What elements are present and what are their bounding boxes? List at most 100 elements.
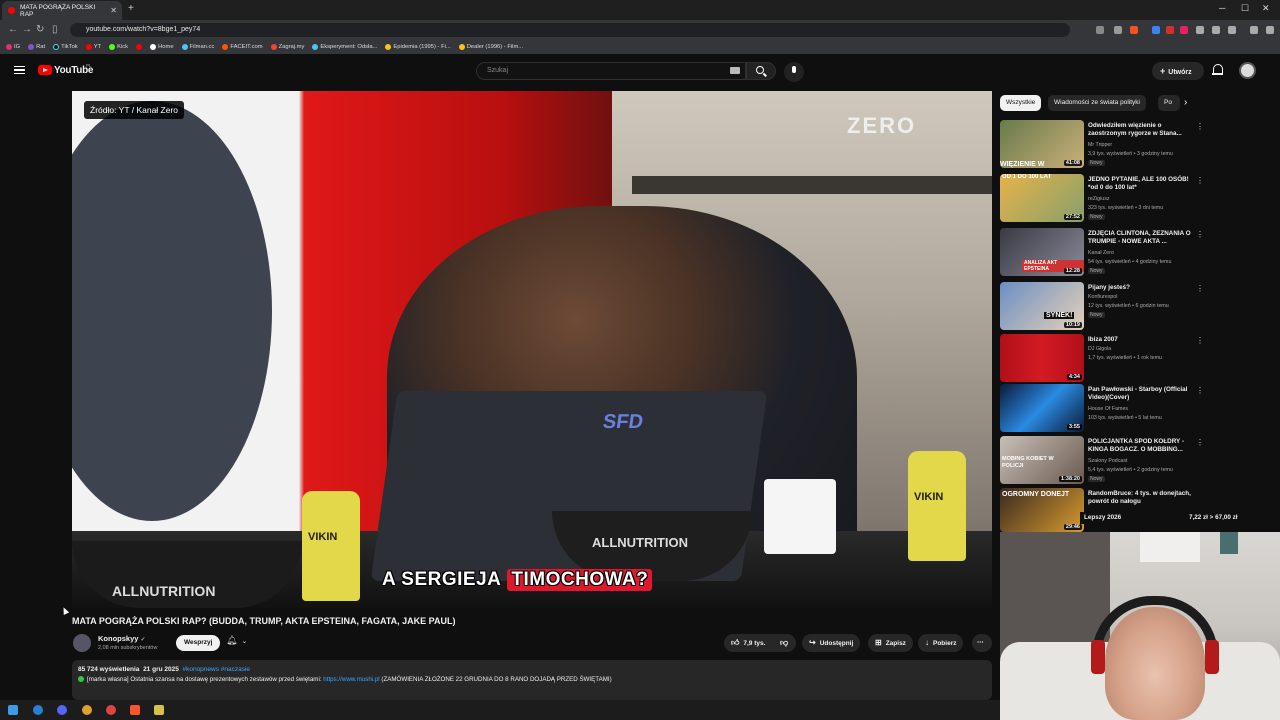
recommended-video[interactable]: OGROMNY DONEJT 29:46 RandomBruce: 4 tys.… — [1000, 488, 1210, 532]
recommended-channel[interactable]: House Of Fames — [1088, 406, 1128, 412]
chrome-icon[interactable] — [82, 705, 92, 715]
bookmark-item[interactable]: TikTok — [53, 44, 78, 50]
chip-more[interactable]: Po — [1158, 95, 1180, 111]
bookmark-item[interactable]: Home — [150, 44, 174, 50]
app-icon[interactable] — [106, 705, 116, 715]
more-vertical-icon[interactable]: ⋮ — [1196, 122, 1204, 131]
more-vertical-icon[interactable]: ⋮ — [1196, 284, 1204, 293]
video-thumbnail[interactable]: MOBING KOBIET W POLICJI 1:38:20 — [1000, 436, 1084, 484]
app-icon[interactable] — [33, 705, 43, 715]
video-thumbnail[interactable]: 4:34 — [1000, 334, 1084, 382]
chip-politics-news[interactable]: Wiadomości ze świata polityki — [1048, 95, 1146, 111]
bookmark-item[interactable]: IG — [6, 44, 20, 50]
more-vertical-icon[interactable]: ⋮ — [1196, 176, 1204, 185]
bookmark-item[interactable]: Filman.cc — [181, 44, 214, 50]
bookmark-item[interactable]: FACEIT.com — [222, 44, 263, 50]
recommended-video[interactable]: WIĘZIENIE W 41:08 Odwiedziłem więzienie … — [1000, 120, 1210, 170]
bookmark-item[interactable]: YT — [85, 44, 101, 50]
recommended-channel[interactable]: Kanał Zero — [1088, 250, 1114, 256]
download-button[interactable]: ↓ Pobierz — [918, 634, 964, 652]
search-button[interactable] — [746, 62, 776, 80]
hamburger-menu-icon[interactable] — [14, 66, 25, 74]
save-button[interactable]: ⊞ Zapisz — [868, 634, 913, 652]
dislike-button[interactable]: 👎︎ — [780, 634, 792, 653]
forward-icon[interactable]: → — [22, 24, 32, 35]
video-thumbnail[interactable]: ANALIZA AKT EPSTEINA 12:28 — [1000, 228, 1084, 276]
zoom-icon[interactable] — [1114, 26, 1122, 34]
notifications-bell-icon[interactable] — [1212, 64, 1223, 75]
brave-shield-icon[interactable] — [1130, 26, 1138, 34]
video-thumbnail[interactable]: OGROMNY DONEJT 29:46 — [1000, 488, 1084, 532]
bookmark-item[interactable]: Dealer (1996) - Film... — [458, 44, 523, 50]
search-input[interactable]: Szukaj — [476, 62, 746, 80]
bookmark-item[interactable]: Rat — [28, 44, 45, 50]
bookmark-item[interactable] — [136, 44, 143, 50]
url-bar[interactable]: youtube.com/watch?v=8bge1_pey74 — [70, 23, 1070, 37]
share-button[interactable]: ↪ Udostępnij — [802, 634, 861, 652]
chevron-right-icon[interactable]: › — [1184, 97, 1187, 108]
brave-icon[interactable] — [130, 705, 140, 715]
extension-icon[interactable] — [1180, 26, 1188, 34]
bookmark-item[interactable]: Zagraj.my — [270, 44, 304, 50]
bookmark-page-icon[interactable]: ▯ — [52, 24, 58, 35]
account-avatar[interactable] — [1239, 62, 1256, 79]
video-thumbnail[interactable]: SYNEK! 10:19 — [1000, 282, 1084, 330]
more-vertical-icon[interactable]: ⋮ — [1196, 386, 1204, 395]
recommended-channel[interactable]: reZigiusz — [1088, 196, 1110, 202]
playlist-icon[interactable] — [1250, 26, 1258, 34]
menu-icon[interactable] — [1266, 26, 1274, 34]
minimize-icon[interactable]: ─ — [1219, 3, 1225, 13]
video-thumbnail[interactable]: WIĘZIENIE W 41:08 — [1000, 120, 1084, 168]
app-icon[interactable] — [154, 705, 164, 715]
recommended-video[interactable]: 4:34 Ibiza 2007 DJ Gigola 1,7 tys. wyświ… — [1000, 334, 1210, 384]
recommended-channel[interactable]: DJ Gigola — [1088, 346, 1111, 352]
video-thumbnail[interactable]: OD 1 DO 100 LAT 27:52 — [1000, 174, 1084, 222]
extension-icon[interactable] — [1152, 26, 1160, 34]
recommended-video[interactable]: SYNEK! 10:19 Pijany jesteś? Konfiurespol… — [1000, 282, 1210, 332]
voice-search-icon[interactable] — [784, 62, 804, 82]
video-thumbnail[interactable]: 3:55 — [1000, 384, 1084, 432]
maximize-icon[interactable]: ☐ — [1241, 3, 1249, 14]
recommended-channel[interactable]: Konfiurespol — [1088, 294, 1117, 300]
extensions-puzzle-icon[interactable] — [1196, 26, 1204, 34]
chip-all[interactable]: Wszystkie — [1000, 95, 1042, 111]
start-menu-icon[interactable] — [8, 705, 18, 715]
recommended-video[interactable]: OD 1 DO 100 LAT 27:52 JEDNO PYTANIE, ALE… — [1000, 174, 1210, 224]
hashtags[interactable]: #konopnews #naczasie — [182, 666, 250, 673]
browser-tab[interactable]: MATA POGRĄŻA POLSKI RAP ✕ — [2, 1, 122, 20]
bell-icon: 🔔︎ — [226, 635, 238, 645]
channel-avatar[interactable] — [73, 634, 91, 652]
more-actions-button[interactable]: ⋯ — [972, 634, 992, 652]
more-vertical-icon[interactable]: ⋮ — [1196, 438, 1204, 447]
support-button[interactable]: Wesprzyj — [176, 635, 221, 651]
recommended-video[interactable]: 3:55 Pan Pawłowski - Starboy (Official V… — [1000, 384, 1210, 434]
share-icon[interactable] — [1228, 26, 1236, 34]
back-icon[interactable]: ← — [8, 24, 18, 35]
install-app-icon[interactable] — [1096, 26, 1104, 34]
bookmark-item[interactable]: Epidemia (1995) - Fi... — [385, 44, 451, 50]
recommended-channel[interactable]: Mr Tripper — [1088, 142, 1112, 148]
bookmark-item[interactable]: Eksperyment: Odsła... — [312, 44, 377, 50]
more-vertical-icon[interactable]: ⋮ — [1196, 336, 1204, 345]
close-window-icon[interactable]: ✕ — [1262, 3, 1270, 14]
youtube-logo-icon[interactable] — [38, 65, 52, 75]
close-tab-icon[interactable]: ✕ — [110, 6, 117, 15]
recommended-video[interactable]: ANALIZA AKT EPSTEINA 12:28 ZDJĘCIA CLINT… — [1000, 228, 1210, 278]
recommended-channel[interactable]: Szalony Podcast — [1088, 458, 1127, 464]
create-button[interactable]: + Utwórz — [1152, 62, 1204, 80]
channel-name[interactable]: Konopskyy ✓ — [98, 634, 146, 643]
new-tab-icon[interactable]: + — [128, 3, 134, 14]
bookmark-item[interactable]: Kick — [109, 44, 128, 50]
subscription-bell-dropdown[interactable]: 🔔︎ ⌄ — [226, 635, 260, 651]
description-link[interactable]: https://www.mushi.pl — [323, 676, 379, 683]
keyboard-icon[interactable] — [730, 67, 740, 74]
like-button[interactable]: 👍︎ 7,9 tys. — [731, 638, 765, 647]
recommended-video[interactable]: MOBING KOBIET W POLICJI 1:38:20 POLICJAN… — [1000, 436, 1210, 486]
extension-icon[interactable] — [1166, 26, 1174, 34]
reload-icon[interactable]: ↻ — [36, 24, 44, 35]
more-vertical-icon[interactable]: ⋮ — [1196, 230, 1204, 239]
discord-icon[interactable] — [57, 705, 67, 715]
video-duration: 27:52 — [1063, 214, 1082, 220]
video-player[interactable]: ZERO SFD ALLNUTRITION ALLNUTRITION VIKIN… — [72, 91, 992, 608]
downloads-icon[interactable] — [1212, 26, 1220, 34]
